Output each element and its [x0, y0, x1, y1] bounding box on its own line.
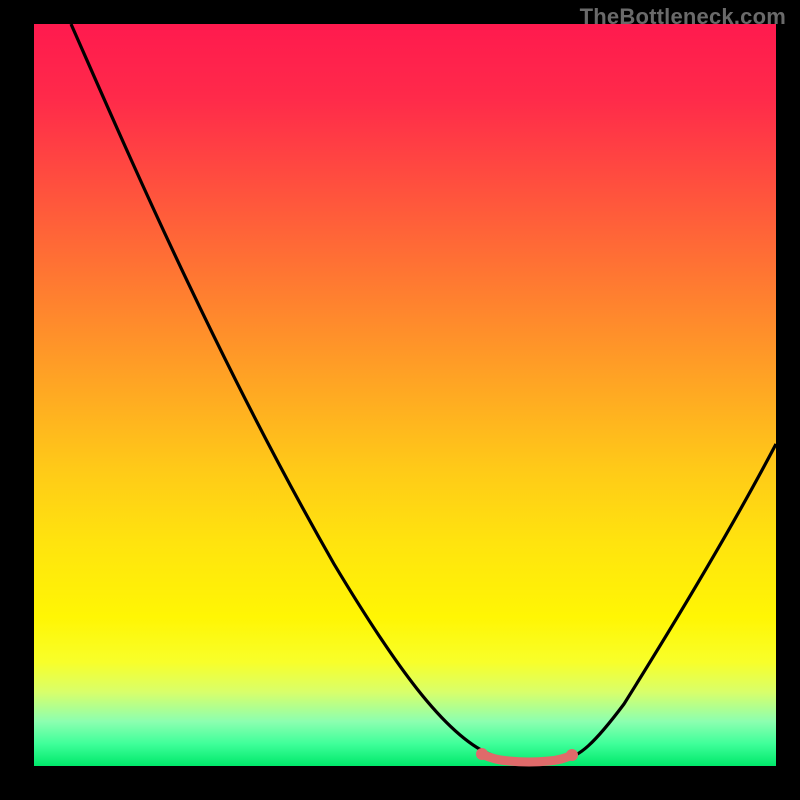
highlight-dot-left [476, 748, 488, 760]
flat-highlight-segment [482, 754, 572, 762]
chart-svg [34, 24, 776, 766]
bottleneck-curve [71, 24, 776, 761]
watermark-text: TheBottleneck.com [580, 4, 786, 30]
chart-frame [34, 24, 776, 766]
highlight-dot-right [566, 749, 578, 761]
